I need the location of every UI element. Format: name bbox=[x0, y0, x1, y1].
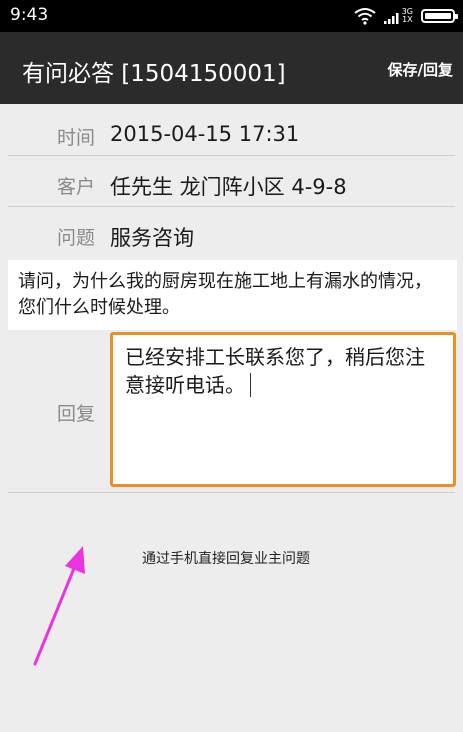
save-reply-button[interactable]: 保存/回复 bbox=[388, 59, 453, 80]
arrow-icon bbox=[33, 546, 85, 666]
status-time: 9:43 bbox=[10, 5, 49, 25]
app-bar: 有问必答 [1504150001] 保存/回复 bbox=[0, 32, 463, 104]
issue-label: 问题 bbox=[57, 227, 96, 249]
text-cursor bbox=[250, 373, 251, 397]
time-label: 时间 bbox=[57, 127, 96, 149]
divider bbox=[8, 155, 455, 156]
status-icons: 3G 1X bbox=[354, 5, 458, 27]
question-text: 请问，为什么我的厨房现在施工地上有漏水的情况，您们什么时候处理。 bbox=[8, 260, 457, 330]
reply-input[interactable]: 已经安排工长联系您了，稍后您注意接听电话。 bbox=[110, 332, 456, 487]
reply-label: 回复 bbox=[57, 403, 96, 425]
battery-icon bbox=[421, 9, 458, 23]
customer-value: 任先生 龙门阵小区 4-9-8 bbox=[110, 175, 347, 199]
customer-label: 客户 bbox=[57, 176, 96, 198]
time-value: 2015-04-15 17:31 bbox=[110, 122, 300, 146]
annotation-text: 通过手机直接回复业主问题 bbox=[142, 551, 310, 567]
signal-icon bbox=[383, 13, 399, 24]
network-sub: 1X bbox=[402, 15, 413, 24]
wifi-icon bbox=[354, 8, 376, 25]
divider bbox=[8, 492, 455, 493]
reply-text: 已经安排工长联系您了，稍后您注意接听电话。 bbox=[125, 345, 425, 397]
page-title: 有问必答 [1504150001] bbox=[22, 61, 286, 87]
network-indicator: 3G 1X bbox=[383, 8, 413, 24]
issue-value: 服务咨询 bbox=[110, 226, 194, 250]
status-bar: 9:43 3G 1X bbox=[0, 0, 463, 32]
divider bbox=[8, 206, 455, 207]
